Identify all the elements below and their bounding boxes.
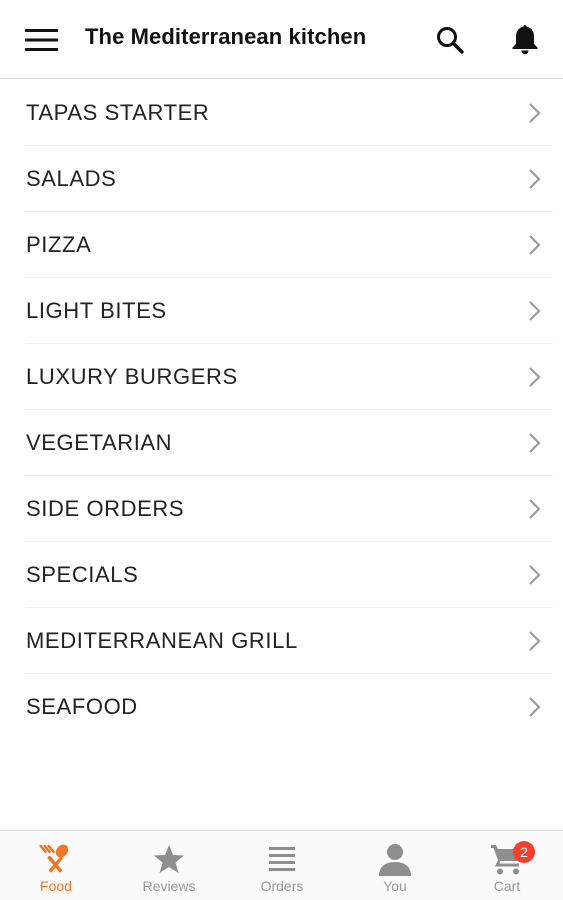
category-label: SEAFOOD — [26, 694, 138, 719]
cart-icon — [451, 843, 563, 875]
chevron-right-icon — [524, 563, 544, 587]
chevron-right-icon — [524, 101, 544, 125]
search-button[interactable] — [432, 22, 468, 58]
app-bar: The Mediterranean kitchen — [0, 0, 563, 79]
category-item-luxury-burgers[interactable]: LUXURY BURGERS — [0, 344, 563, 410]
nav-tab-label: You — [383, 878, 407, 894]
category-label: LIGHT BITES — [26, 298, 167, 323]
nav-tab-food[interactable]: Food — [0, 831, 112, 900]
category-label: TAPAS STARTER — [26, 100, 210, 125]
app-title: The Mediterranean kitchen — [85, 24, 367, 49]
category-label: SIDE ORDERS — [26, 496, 185, 521]
category-label: PIZZA — [26, 232, 92, 257]
category-item-specials[interactable]: SPECIALS — [0, 542, 563, 608]
nav-tab-label: Cart — [493, 878, 521, 894]
chevron-right-icon — [524, 299, 544, 323]
category-item-salads[interactable]: SALADS — [0, 146, 563, 212]
category-list: TAPAS STARTER SALADS PIZZA LIGHT BITES L… — [0, 80, 563, 740]
category-item-tapas-starter[interactable]: TAPAS STARTER — [0, 80, 563, 146]
person-icon — [339, 843, 451, 876]
cart-count-badge: 2 — [513, 841, 535, 863]
category-item-light-bites[interactable]: LIGHT BITES — [0, 278, 563, 344]
nav-tab-you[interactable]: You — [339, 831, 451, 900]
chevron-right-icon — [524, 497, 544, 521]
chevron-right-icon — [524, 695, 544, 719]
category-label: SALADS — [26, 166, 117, 191]
category-item-side-orders[interactable]: SIDE ORDERS — [0, 476, 563, 542]
nav-tab-label: Food — [40, 878, 72, 894]
chevron-right-icon — [524, 233, 544, 257]
category-item-mediterranean-grill[interactable]: MEDITERRANEAN GRILL — [0, 608, 563, 674]
hamburger-menu-icon — [25, 29, 58, 51]
category-label: LUXURY BURGERS — [26, 364, 238, 389]
nav-tab-reviews[interactable]: Reviews — [113, 831, 225, 900]
menu-button[interactable] — [22, 22, 62, 58]
chevron-right-icon — [524, 167, 544, 191]
chevron-right-icon — [524, 629, 544, 653]
nav-tab-label: Reviews — [142, 878, 196, 894]
nav-tab-cart[interactable]: 2 Cart — [451, 831, 563, 900]
notifications-button[interactable] — [506, 20, 544, 58]
nav-tab-label: Orders — [260, 878, 304, 894]
star-icon — [113, 843, 225, 875]
category-item-vegetarian[interactable]: VEGETARIAN — [0, 410, 563, 476]
category-label: MEDITERRANEAN GRILL — [26, 628, 298, 653]
category-item-seafood[interactable]: SEAFOOD — [0, 674, 563, 740]
search-icon — [437, 27, 464, 54]
chevron-right-icon — [524, 431, 544, 455]
bell-icon — [512, 25, 538, 55]
list-icon — [226, 843, 338, 875]
category-label: SPECIALS — [26, 562, 139, 587]
category-item-pizza[interactable]: PIZZA — [0, 212, 563, 278]
fork-spoon-icon — [0, 843, 112, 875]
nav-tab-orders[interactable]: Orders — [226, 831, 338, 900]
bottom-navigation: Food Reviews Orders You 2 Cart — [0, 830, 563, 900]
category-label: VEGETARIAN — [26, 430, 173, 455]
chevron-right-icon — [524, 365, 544, 389]
